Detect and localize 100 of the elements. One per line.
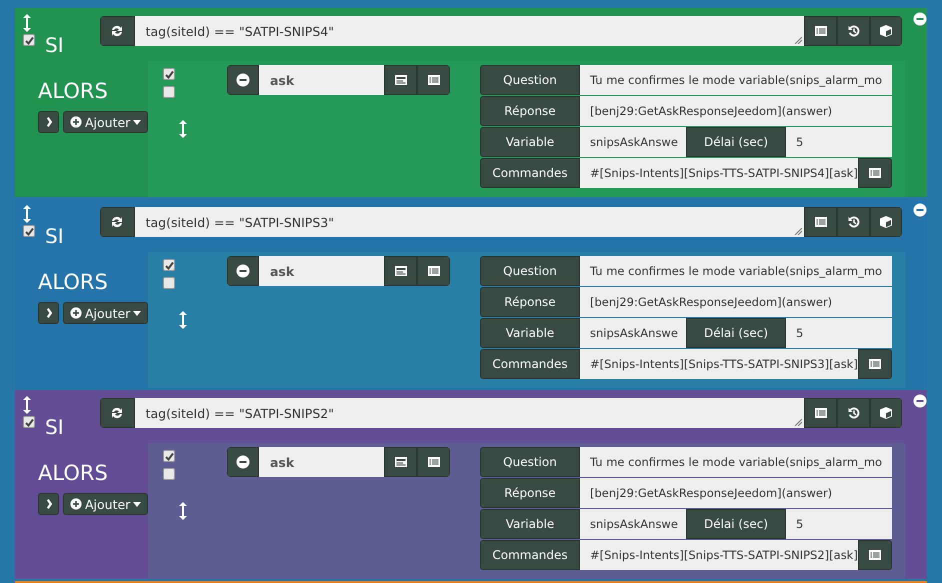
add-button[interactable]: Ajouter (63, 302, 148, 324)
history-icon (846, 24, 861, 38)
checkbox[interactable] (163, 468, 175, 480)
field-label: Question (480, 256, 580, 286)
list-button[interactable] (804, 16, 838, 46)
list-icon (868, 166, 882, 180)
list-button[interactable] (417, 256, 450, 286)
checkbox[interactable] (163, 68, 175, 80)
remove-button[interactable] (227, 447, 259, 477)
then-label: ALORS (38, 461, 108, 485)
list-button[interactable] (417, 65, 450, 95)
cube-button[interactable] (870, 16, 902, 46)
answer-field[interactable]: [benj29:GetAskResponseJeedom](answer) (580, 96, 892, 126)
expand-button[interactable] (38, 493, 59, 515)
field-label: Réponse (480, 287, 580, 317)
condition-field[interactable]: tag(siteId) == "SATPI-SNIPS2" (134, 398, 804, 428)
remove-button[interactable] (227, 256, 259, 286)
action-name-field[interactable]: ask (259, 256, 384, 286)
list-button[interactable] (804, 207, 838, 237)
plus-circle-icon (70, 116, 82, 128)
list-icon (868, 548, 882, 562)
checkbox[interactable] (23, 416, 35, 428)
remove-button[interactable] (227, 65, 259, 95)
minus-circle-icon (236, 264, 250, 278)
commands-field[interactable]: #[Snips-Intents][Snips-TTS-SATPI-SNIPS3][ask] (580, 349, 858, 379)
options-button[interactable] (384, 447, 417, 477)
list-button[interactable] (858, 349, 892, 379)
checkbox[interactable] (163, 450, 175, 462)
options-button[interactable] (384, 256, 417, 286)
list-icon (814, 24, 828, 38)
checkbox[interactable] (163, 277, 175, 289)
list-icon (426, 264, 440, 278)
delay-field[interactable]: 5 (786, 127, 892, 157)
minus-circle-icon (236, 73, 250, 87)
checkbox[interactable] (163, 86, 175, 98)
then-label: ALORS (38, 270, 108, 294)
question-field[interactable]: Tu me confirmes le mode variable(snips_alarm_mo (580, 65, 892, 95)
field-label: Question (480, 447, 580, 477)
field-label: Variable (480, 127, 580, 157)
checkbox[interactable] (163, 259, 175, 271)
add-button[interactable]: Ajouter (63, 493, 148, 515)
field-label: Commandes (480, 540, 580, 570)
history-button[interactable] (837, 207, 870, 237)
resize-grip-icon[interactable] (795, 37, 802, 44)
list-icon (814, 406, 828, 420)
options-button[interactable] (384, 65, 417, 95)
delay-field[interactable]: 5 (786, 509, 892, 539)
answer-field[interactable]: [benj29:GetAskResponseJeedom](answer) (580, 287, 892, 317)
list-icon (814, 215, 828, 229)
move-icon (23, 14, 31, 32)
history-button[interactable] (837, 398, 870, 428)
delay-field[interactable]: 5 (786, 318, 892, 348)
refresh-button[interactable] (100, 398, 135, 428)
cube-icon (879, 406, 894, 420)
checkbox[interactable] (23, 225, 35, 237)
question-field[interactable]: Tu me confirmes le mode variable(snips_alarm_mo (580, 447, 892, 477)
expand-button[interactable] (38, 111, 59, 133)
move-icon (23, 396, 31, 414)
variable-field[interactable]: snipsAskAnswe (580, 127, 686, 157)
resize-grip-icon[interactable] (795, 228, 802, 235)
move-icon (179, 502, 187, 520)
field-label: Délai (sec) (686, 509, 786, 539)
move-icon (23, 205, 31, 223)
checkbox[interactable] (23, 34, 35, 46)
condition-field[interactable]: tag(siteId) == "SATPI-SNIPS3" (134, 207, 804, 237)
action-name-field[interactable]: ask (259, 65, 384, 95)
cube-icon (879, 24, 894, 38)
action-name-field[interactable]: ask (259, 447, 384, 477)
history-button[interactable] (837, 16, 870, 46)
refresh-button[interactable] (100, 16, 135, 46)
caret-icon (133, 502, 142, 506)
cube-icon (879, 215, 894, 229)
variable-field[interactable]: snipsAskAnswe (580, 318, 686, 348)
list-button[interactable] (858, 540, 892, 570)
list-button[interactable] (858, 158, 892, 188)
caret-icon (133, 120, 142, 124)
question-field[interactable]: Tu me confirmes le mode variable(snips_alarm_mo (580, 256, 892, 286)
refresh-button[interactable] (100, 207, 135, 237)
cube-button[interactable] (870, 398, 902, 428)
plus-circle-icon (70, 307, 82, 319)
list-icon (426, 455, 440, 469)
field-label: Variable (480, 318, 580, 348)
resize-grip-icon[interactable] (795, 419, 802, 426)
card-icon (394, 455, 408, 469)
answer-field[interactable]: [benj29:GetAskResponseJeedom](answer) (580, 478, 892, 508)
list-button[interactable] (417, 447, 450, 477)
expand-button[interactable] (38, 302, 59, 324)
add-button[interactable]: Ajouter (63, 111, 148, 133)
move-icon (179, 311, 187, 329)
if-label: SI (45, 224, 64, 248)
commands-field[interactable]: #[Snips-Intents][Snips-TTS-SATPI-SNIPS4][ask] (580, 158, 858, 188)
list-button[interactable] (804, 398, 838, 428)
card-icon (394, 264, 408, 278)
field-label: Délai (sec) (686, 318, 786, 348)
commands-field[interactable]: #[Snips-Intents][Snips-TTS-SATPI-SNIPS2][ask] (580, 540, 858, 570)
condition-field[interactable]: tag(siteId) == "SATPI-SNIPS4" (134, 16, 804, 46)
list-icon (868, 357, 882, 371)
field-label: Variable (480, 509, 580, 539)
variable-field[interactable]: snipsAskAnswe (580, 509, 686, 539)
cube-button[interactable] (870, 207, 902, 237)
